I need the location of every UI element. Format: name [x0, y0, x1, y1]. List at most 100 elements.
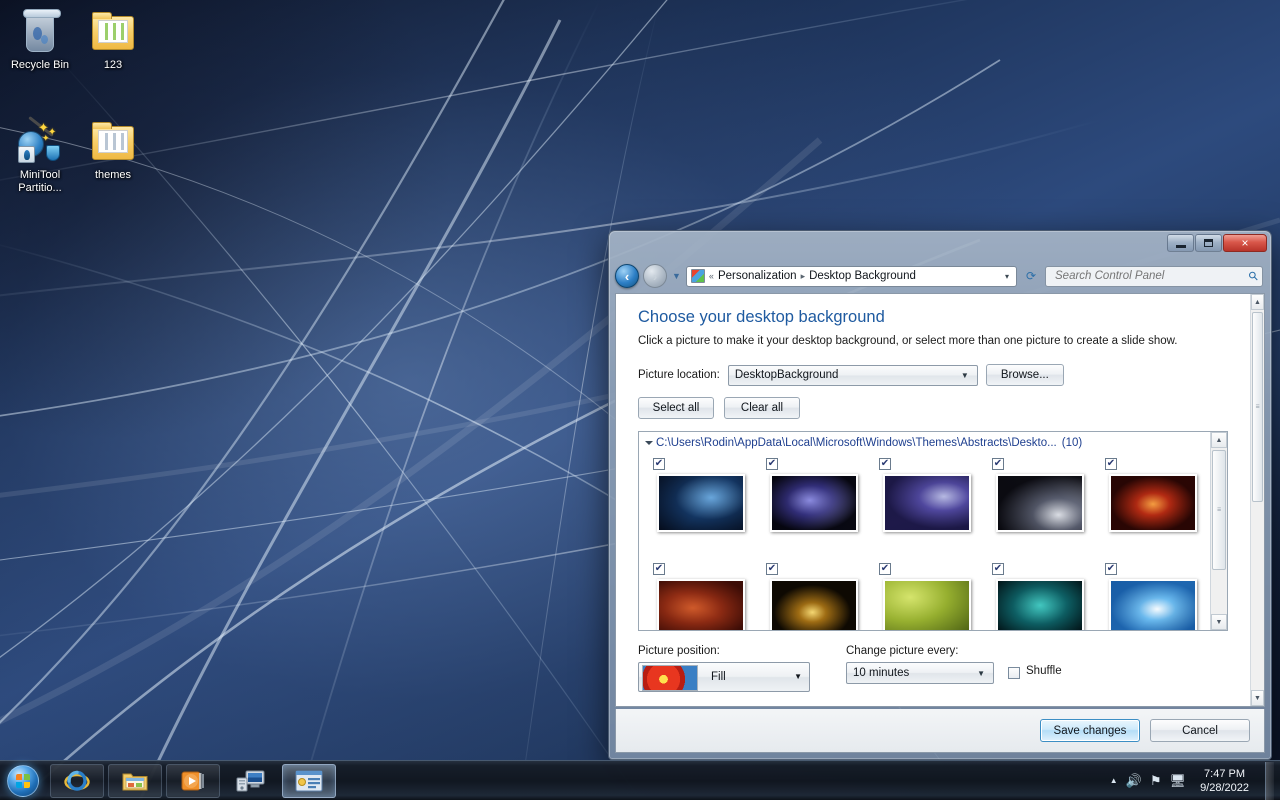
- abstract-blue-white-wave-thumbnail[interactable]: [1109, 579, 1197, 630]
- start-button[interactable]: [0, 762, 46, 800]
- clock[interactable]: 7:47 PM 9/28/2022: [1194, 767, 1255, 795]
- thumbnail-grid: [639, 453, 1227, 630]
- action-center-icon[interactable]: ⚑: [1150, 773, 1162, 789]
- picture-list[interactable]: C:\Users\Rodin\AppData\Local\Microsoft\W…: [638, 431, 1228, 631]
- change-picture-interval-select[interactable]: 10 minutes ▼: [846, 662, 994, 684]
- thumbnail-checkbox[interactable]: [653, 563, 665, 575]
- abstract-golden-starburst-thumbnail[interactable]: [770, 579, 858, 630]
- abstract-purple-crystal-thumbnail[interactable]: [770, 474, 858, 532]
- thumbnail-checkbox[interactable]: [992, 563, 1004, 575]
- thumbnail-cell[interactable]: [1095, 558, 1208, 630]
- maximize-button[interactable]: [1195, 234, 1222, 252]
- window-scroll-down-button[interactable]: ▼: [1251, 690, 1264, 706]
- chevron-down-icon: ▼: [794, 672, 802, 681]
- thumbnail-checkbox[interactable]: [1105, 458, 1117, 470]
- change-picture-group: Change picture every: 10 minutes ▼ Shuff…: [846, 645, 1062, 692]
- picture-location-select[interactable]: DesktopBackground ▼: [727, 364, 978, 386]
- desktop-icon-label: themes: [94, 169, 132, 181]
- collapse-triangle-icon[interactable]: [645, 441, 653, 445]
- scroll-down-button[interactable]: ▼: [1211, 614, 1227, 630]
- close-button[interactable]: ×: [1223, 234, 1267, 252]
- taskbar-item-desktop-background[interactable]: [282, 763, 336, 798]
- taskbar-item-internet-explorer[interactable]: [50, 763, 104, 798]
- taskbar-item-windows-media-player[interactable]: [166, 763, 220, 798]
- address-bar[interactable]: « Personalization ▸ Desktop Background ▾: [685, 265, 1017, 287]
- thumbnail-cell[interactable]: [756, 453, 869, 558]
- personalization-window-icon: [295, 770, 323, 791]
- control-panel-icon: [690, 269, 705, 283]
- system-tray: ▲ 🔊 ⚑ 🖥 7:47 PM 9/28/2022: [1110, 761, 1280, 800]
- thumbnail-cell[interactable]: [869, 453, 982, 558]
- thumbnail-cell[interactable]: [1095, 453, 1208, 558]
- thumbnail-cell[interactable]: [982, 558, 1095, 630]
- picture-position-group: Picture position: Fill ▼: [638, 645, 810, 692]
- network-icon[interactable]: 🖥: [1170, 773, 1187, 789]
- minimize-button[interactable]: [1167, 234, 1194, 252]
- refresh-button[interactable]: ⟳: [1021, 266, 1041, 287]
- thumbnail-checkbox[interactable]: [653, 458, 665, 470]
- history-dropdown-icon[interactable]: ▼: [672, 271, 681, 281]
- window-scroll-up-button[interactable]: ▲: [1251, 294, 1264, 310]
- cancel-button[interactable]: Cancel: [1150, 719, 1250, 742]
- address-dropdown-icon[interactable]: ▾: [1000, 272, 1014, 281]
- media-player-icon: [181, 771, 204, 790]
- abstract-dark-spike-thumbnail[interactable]: [996, 474, 1084, 532]
- forward-button[interactable]: ›: [643, 264, 667, 288]
- desktop-icon-123[interactable]: 123: [76, 8, 150, 72]
- taskbar-item-computer[interactable]: [224, 764, 278, 798]
- desktop-icon-themes[interactable]: themes: [76, 118, 150, 182]
- clear-all-button[interactable]: Clear all: [724, 397, 800, 419]
- shuffle-checkbox[interactable]: [1008, 667, 1020, 679]
- picture-position-select[interactable]: Fill ▼: [638, 662, 810, 692]
- save-changes-button[interactable]: Save changes: [1040, 719, 1140, 742]
- thumbnail-cell[interactable]: [643, 558, 756, 630]
- chevron-down-icon: ▼: [977, 668, 985, 678]
- breadcrumb-overflow-icon[interactable]: «: [708, 271, 715, 281]
- picture-group-header[interactable]: C:\Users\Rodin\AppData\Local\Microsoft\W…: [639, 432, 1227, 453]
- desktop-icon-recycle-bin[interactable]: Recycle Bin: [3, 8, 77, 72]
- abstract-teal-ornate-thumbnail[interactable]: [996, 579, 1084, 630]
- picture-group-count: (10): [1061, 437, 1083, 449]
- shuffle-option[interactable]: Shuffle: [1008, 665, 1062, 682]
- select-all-button[interactable]: Select all: [638, 397, 714, 419]
- content-scroll-area: Choose your desktop background Click a p…: [616, 294, 1250, 706]
- thumbnail-checkbox[interactable]: [1105, 563, 1117, 575]
- taskbar-item-windows-explorer[interactable]: [108, 763, 162, 798]
- browse-button[interactable]: Browse...: [985, 364, 1064, 386]
- thumbnail-cell[interactable]: [869, 558, 982, 630]
- thumbnail-checkbox[interactable]: [766, 563, 778, 575]
- folder-icon: [89, 118, 137, 166]
- window-titlebar[interactable]: ×: [609, 231, 1271, 261]
- breadcrumb-desktop-background[interactable]: Desktop Background: [809, 270, 916, 282]
- taskbar: ▲ 🔊 ⚑ 🖥 7:47 PM 9/28/2022: [0, 760, 1280, 800]
- desktop-icon-minitool-partition[interactable]: ✦ ✦ ✦ MiniTool Partitio...: [3, 116, 77, 195]
- thumbnail-checkbox[interactable]: [766, 458, 778, 470]
- picture-list-scrollbar[interactable]: ▲ ≡ ▼: [1210, 432, 1227, 630]
- thumbnail-cell[interactable]: [982, 453, 1095, 558]
- desktop[interactable]: Recycle Bin 123 ✦ ✦ ✦ MiniTool Partitio.…: [0, 0, 1280, 800]
- change-picture-value: 10 minutes: [853, 667, 910, 679]
- abstract-violet-burst-thumbnail[interactable]: [883, 474, 971, 532]
- window-scrollbar-thumb[interactable]: ≡: [1252, 312, 1263, 502]
- scrollbar-thumb[interactable]: ≡: [1212, 450, 1226, 570]
- window-scrollbar[interactable]: ▲ ≡ ▼: [1250, 294, 1264, 706]
- thumbnail-cell[interactable]: [643, 453, 756, 558]
- show-desktop-button[interactable]: [1265, 761, 1274, 800]
- breadcrumb-personalization[interactable]: Personalization: [718, 270, 797, 282]
- navigation-bar: ‹ › ▼ « Personalization ▸ Desktop Backgr…: [609, 261, 1271, 291]
- search-input[interactable]: [1053, 269, 1250, 283]
- abstract-blue-lines-thumbnail[interactable]: [657, 474, 745, 532]
- volume-icon[interactable]: 🔊: [1126, 773, 1142, 789]
- thumbnail-checkbox[interactable]: [879, 458, 891, 470]
- scroll-up-button[interactable]: ▲: [1211, 432, 1227, 448]
- thumbnail-checkbox[interactable]: [992, 458, 1004, 470]
- thumbnail-checkbox[interactable]: [879, 563, 891, 575]
- abstract-copper-swirl-thumbnail[interactable]: [657, 579, 745, 630]
- back-button[interactable]: ‹: [615, 264, 639, 288]
- desktop-background-window[interactable]: × ‹ › ▼ « Personalization ▸ Desktop Back…: [608, 230, 1272, 760]
- abstract-red-embers-thumbnail[interactable]: [1109, 474, 1197, 532]
- abstract-olive-leaf-thumbnail[interactable]: [883, 579, 971, 630]
- thumbnail-cell[interactable]: [756, 558, 869, 630]
- show-hidden-icons-button[interactable]: ▲: [1110, 776, 1118, 785]
- search-control-panel-box[interactable]: ⚲: [1045, 265, 1263, 287]
